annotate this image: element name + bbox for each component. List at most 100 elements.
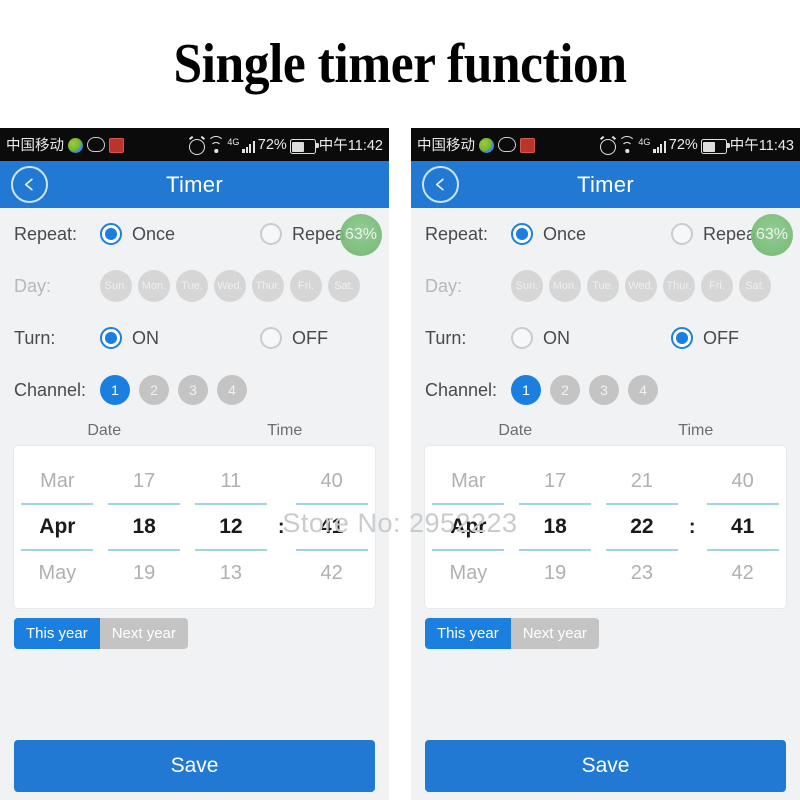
picker-day-selected[interactable]: 18 xyxy=(108,505,180,549)
battery-level-badge: 63% xyxy=(751,214,793,256)
picker-hour-prev[interactable]: 21 xyxy=(605,459,678,505)
next-year-button[interactable]: Next year xyxy=(510,618,599,649)
turn-option-on[interactable]: ON xyxy=(100,327,260,349)
this-year-button[interactable]: This year xyxy=(425,618,511,649)
picker-header-time: Time xyxy=(678,422,714,439)
day-chip-sun[interactable]: Sun. xyxy=(511,270,543,302)
clock-label: 中午11:42 xyxy=(318,138,383,154)
channel-1[interactable]: 1 xyxy=(511,375,541,405)
day-chip-group: Sun. Mon. Tue. Wed. Thur. Fri. Sat. xyxy=(511,270,771,302)
turn-option-off[interactable]: OFF xyxy=(260,327,389,349)
picker-column-day[interactable]: 17 18 19 xyxy=(101,459,188,595)
picker-column-day[interactable]: 17 18 19 xyxy=(512,459,599,595)
phone-screenshots-container: 中国移动 4G 72% 中午11:42 Timer 63% Repeat: On… xyxy=(0,128,800,800)
picker-hour-next[interactable]: 23 xyxy=(605,549,678,595)
battery-percent-label: 72% xyxy=(668,136,698,153)
picker-hour-next[interactable]: 13 xyxy=(194,549,267,595)
radio-on[interactable] xyxy=(100,327,122,349)
save-button[interactable]: Save xyxy=(14,740,375,792)
picker-month-next[interactable]: May xyxy=(432,549,505,595)
signal-icon xyxy=(242,140,255,153)
picker-day-next[interactable]: 19 xyxy=(519,549,592,595)
picker-column-month[interactable]: Mar Apr May xyxy=(14,459,101,595)
radio-off[interactable] xyxy=(671,327,693,349)
radio-on[interactable] xyxy=(511,327,533,349)
picker-day-prev[interactable]: 17 xyxy=(108,459,181,505)
turn-option-on[interactable]: ON xyxy=(511,327,671,349)
battery-level-badge: 63% xyxy=(340,214,382,256)
carrier-label: 中国移动 xyxy=(417,138,475,154)
picker-column-minute[interactable]: 40 41 42 xyxy=(699,459,786,595)
picker-month-prev[interactable]: Mar xyxy=(432,459,505,505)
radio-off-label: OFF xyxy=(703,327,739,348)
day-chip-sun[interactable]: Sun. xyxy=(100,270,132,302)
turn-row: Turn: ON OFF xyxy=(425,312,786,364)
channel-4[interactable]: 4 xyxy=(628,375,658,405)
channel-3[interactable]: 3 xyxy=(589,375,619,405)
channel-4[interactable]: 4 xyxy=(217,375,247,405)
picker-minute-selected[interactable]: 41 xyxy=(296,505,368,549)
picker-minute-next[interactable]: 42 xyxy=(706,549,779,595)
picker-day-next[interactable]: 19 xyxy=(108,549,181,595)
picker-column-month[interactable]: Mar Apr May xyxy=(425,459,512,595)
radio-repeat[interactable] xyxy=(260,223,282,245)
picker-month-next[interactable]: May xyxy=(21,549,94,595)
channel-2[interactable]: 2 xyxy=(550,375,580,405)
repeat-option-once[interactable]: Once xyxy=(100,223,260,245)
channel-3[interactable]: 3 xyxy=(178,375,208,405)
day-chip-wed[interactable]: Wed. xyxy=(214,270,246,302)
radio-off[interactable] xyxy=(260,327,282,349)
radio-once[interactable] xyxy=(100,223,122,245)
picker-column-minute[interactable]: 40 41 42 xyxy=(288,459,375,595)
picker-header-time: Time xyxy=(267,422,303,439)
channel-group: 1 2 3 4 xyxy=(511,375,658,405)
radio-once-label: Once xyxy=(543,223,587,244)
day-chip-tue[interactable]: Tue. xyxy=(587,270,619,302)
datetime-picker[interactable]: Mar Apr May 17 18 19 21 22 23 : 40 41 42 xyxy=(425,446,786,608)
carrier-label: 中国移动 xyxy=(6,138,64,154)
battery-icon xyxy=(289,139,319,154)
wifi-icon xyxy=(207,136,225,153)
radio-once[interactable] xyxy=(511,223,533,245)
day-chip-tue[interactable]: Tue. xyxy=(176,270,208,302)
picker-minute-selected[interactable]: 41 xyxy=(707,505,779,549)
day-chip-wed[interactable]: Wed. xyxy=(625,270,657,302)
picker-month-selected[interactable]: Apr xyxy=(21,505,93,549)
save-button[interactable]: Save xyxy=(425,740,786,792)
radio-repeat[interactable] xyxy=(671,223,693,245)
day-chip-sat[interactable]: Sat. xyxy=(739,270,771,302)
day-chip-mon[interactable]: Mon. xyxy=(549,270,581,302)
picker-minute-prev[interactable]: 40 xyxy=(706,459,779,505)
channel-1[interactable]: 1 xyxy=(100,375,130,405)
app-bar-title: Timer xyxy=(577,171,634,197)
repeat-option-once[interactable]: Once xyxy=(511,223,671,245)
picker-month-prev[interactable]: Mar xyxy=(21,459,94,505)
datetime-picker[interactable]: Mar Apr May 17 18 19 11 12 13 : 40 41 42 xyxy=(14,446,375,608)
back-button[interactable] xyxy=(11,166,48,203)
picker-hour-selected[interactable]: 22 xyxy=(606,505,678,549)
radio-on-label: ON xyxy=(543,327,570,348)
picker-day-selected[interactable]: 18 xyxy=(519,505,591,549)
day-chip-fri[interactable]: Fri. xyxy=(290,270,322,302)
day-chip-thur[interactable]: Thur. xyxy=(252,270,284,302)
turn-option-off[interactable]: OFF xyxy=(671,327,800,349)
back-button[interactable] xyxy=(422,166,459,203)
picker-day-prev[interactable]: 17 xyxy=(519,459,592,505)
picker-month-selected[interactable]: Apr xyxy=(432,505,504,549)
this-year-button[interactable]: This year xyxy=(14,618,100,649)
picker-column-hour[interactable]: 21 22 23 xyxy=(599,459,686,595)
day-chip-mon[interactable]: Mon. xyxy=(138,270,170,302)
day-chip-thur[interactable]: Thur. xyxy=(663,270,695,302)
picker-hour-prev[interactable]: 11 xyxy=(194,459,267,505)
picker-minute-prev[interactable]: 40 xyxy=(295,459,368,505)
picker-minute-next[interactable]: 42 xyxy=(295,549,368,595)
next-year-button[interactable]: Next year xyxy=(99,618,188,649)
cloud-icon xyxy=(87,137,105,152)
channel-2[interactable]: 2 xyxy=(139,375,169,405)
network-type-label: 4G xyxy=(638,136,651,147)
picker-column-hour[interactable]: 11 12 13 xyxy=(188,459,275,595)
day-chip-fri[interactable]: Fri. xyxy=(701,270,733,302)
day-chip-sat[interactable]: Sat. xyxy=(328,270,360,302)
picker-hour-selected[interactable]: 12 xyxy=(195,505,267,549)
signal-icon xyxy=(653,140,666,153)
